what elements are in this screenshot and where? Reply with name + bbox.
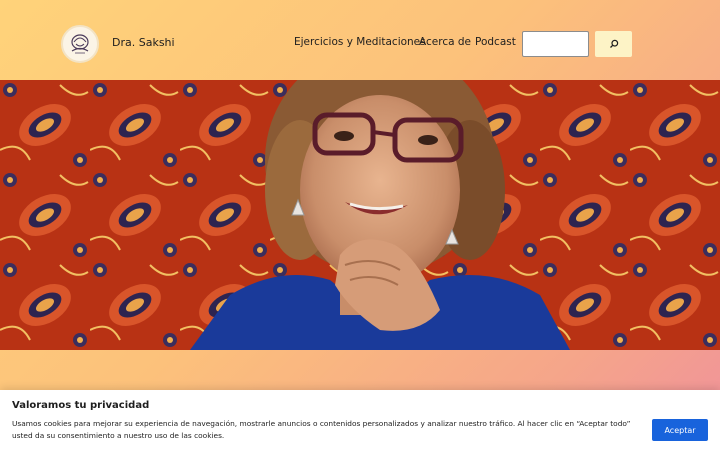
cookie-banner: Valoramos tu privacidad Usamos cookies p… <box>0 390 720 450</box>
nav-item-ejercicios[interactable]: Ejercicios y Meditaciones <box>294 36 426 48</box>
hero-image <box>0 80 720 350</box>
nav-item-acerca-de[interactable]: Acerca de <box>419 36 471 48</box>
accept-cookies-button[interactable]: Aceptar <box>652 419 708 441</box>
search-input[interactable] <box>522 31 589 57</box>
search-icon <box>609 39 618 48</box>
site-header: Dra. Sakshi Ejercicios y Meditaciones Ac… <box>0 0 720 80</box>
search-button[interactable] <box>595 31 632 57</box>
cookie-text: Usamos cookies para mejorar su experienc… <box>12 419 631 440</box>
nav-item-podcast[interactable]: Podcast <box>475 36 516 48</box>
portrait-photo <box>0 80 720 350</box>
cookie-title: Valoramos tu privacidad <box>12 400 150 411</box>
